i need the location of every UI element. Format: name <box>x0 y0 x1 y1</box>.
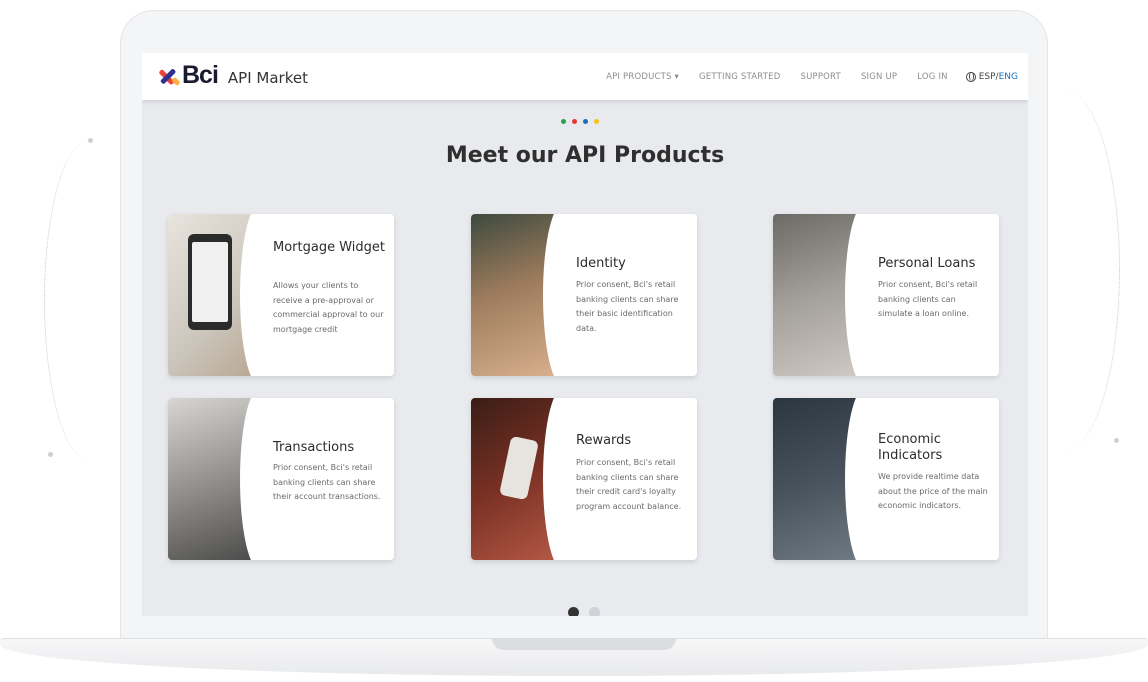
section-accent-dots <box>558 119 602 124</box>
card-description: Prior consent, Bci's retail banking clie… <box>576 280 679 333</box>
nav-log-in[interactable]: LOG IN <box>917 72 947 82</box>
economic-indicators-screens-image <box>773 398 885 560</box>
top-navbar: Bci API Market API PRODUCTS ▾ GETTING ST… <box>142 53 1028 100</box>
identity-woman-image <box>471 214 583 376</box>
decorative-dot <box>88 138 93 143</box>
transactions-men-image <box>168 398 280 560</box>
language-switcher: ESP / ENG <box>965 71 1018 82</box>
card-title: Mortgage Widget <box>273 240 385 255</box>
product-card-personal-loans[interactable]: Personal Loans Prior consent, Bci's reta… <box>773 214 999 376</box>
bci-logo-icon <box>158 67 181 87</box>
card-description: Allows your clients to receive a pre-app… <box>273 281 384 334</box>
card-title: Personal Loans <box>878 256 976 271</box>
lang-esp[interactable]: ESP <box>979 72 996 82</box>
nav-getting-started[interactable]: GETTING STARTED <box>699 72 780 82</box>
product-card-identity[interactable]: Identity Prior consent, Bci's retail ban… <box>471 214 697 376</box>
pager-dot-active[interactable] <box>568 607 579 616</box>
accent-dot <box>561 119 566 124</box>
product-card-economic-indicators[interactable]: Economic Indicators We provide realtime … <box>773 398 999 560</box>
card-description: Prior consent, Bci's retail banking clie… <box>273 463 381 501</box>
globe-icon <box>965 71 976 82</box>
nav-api-products[interactable]: API PRODUCTS ▾ <box>606 72 679 82</box>
logo-text: Bci <box>182 61 219 89</box>
lang-eng[interactable]: ENG <box>999 72 1018 82</box>
card-title: Rewards <box>576 433 632 448</box>
nav-sign-up[interactable]: SIGN UP <box>861 72 897 82</box>
mortgage-phone-image <box>168 214 280 376</box>
product-card-transactions[interactable]: Transactions Prior consent, Bci's retail… <box>168 398 394 560</box>
card-description: Prior consent, Bci's retail banking clie… <box>576 458 682 511</box>
product-card-rewards[interactable]: Rewards Prior consent, Bci's retail bank… <box>471 398 697 560</box>
pager-dot[interactable] <box>589 607 600 616</box>
decorative-dot <box>48 452 53 457</box>
nav-support[interactable]: SUPPORT <box>800 72 840 82</box>
card-description: We provide realtime data about the price… <box>878 472 988 510</box>
personal-loans-woman-image <box>773 214 885 376</box>
accent-dot <box>583 119 588 124</box>
card-title: Transactions <box>273 440 355 455</box>
card-title: Identity <box>576 256 626 271</box>
laptop-screen: Bci API Market API PRODUCTS ▾ GETTING ST… <box>142 53 1028 616</box>
accent-dot <box>594 119 599 124</box>
nav-links: API PRODUCTS ▾ GETTING STARTED SUPPORT S… <box>586 53 1018 100</box>
laptop-notch <box>492 638 676 650</box>
bci-logo[interactable]: Bci API Market <box>158 61 308 89</box>
logo-subtitle: API Market <box>227 69 308 87</box>
card-title: Economic Indicators <box>878 432 943 463</box>
carousel-pager <box>563 607 605 616</box>
accent-dot <box>572 119 577 124</box>
card-description: Prior consent, Bci's retail banking clie… <box>878 280 978 318</box>
product-card-mortgage-widget[interactable]: Mortgage Widget Allows your clients to r… <box>168 214 394 376</box>
section-heading: Meet our API Products <box>445 143 725 168</box>
decorative-dot <box>1114 438 1119 443</box>
rewards-card-image <box>471 398 583 560</box>
